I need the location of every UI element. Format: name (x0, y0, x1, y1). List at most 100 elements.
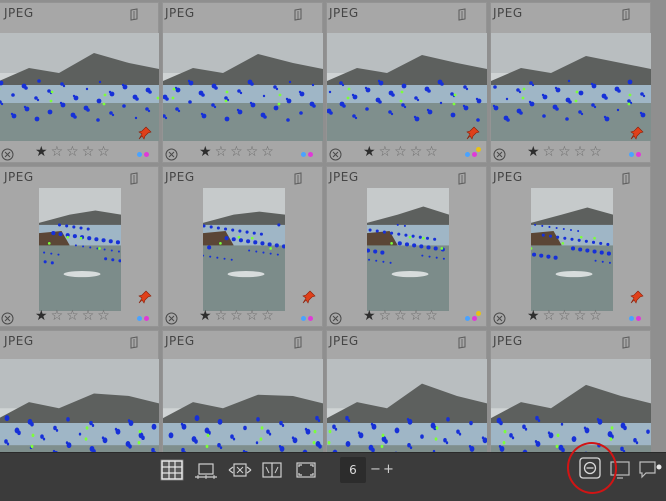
group-icon[interactable] (621, 170, 632, 183)
group-icon[interactable] (457, 334, 468, 347)
zoom-plus-button[interactable]: + (383, 462, 393, 478)
star-icon[interactable]: ☆ (82, 144, 98, 160)
thumbnail[interactable]: JPEG ★☆☆☆☆ (0, 166, 159, 327)
star-icon[interactable]: ☆ (215, 144, 231, 160)
preview-layout-button[interactable] (294, 459, 318, 481)
group-icon[interactable] (129, 170, 140, 183)
thumbnail[interactable]: JPEG (490, 330, 651, 452)
thumbnail[interactable]: JPEG ★☆☆☆☆ (162, 166, 323, 327)
star-icon[interactable]: ☆ (394, 308, 410, 324)
thumbnail[interactable]: JPEG (0, 330, 159, 452)
reject-icon[interactable] (493, 146, 506, 159)
star-icon[interactable]: ☆ (379, 308, 395, 324)
group-icon[interactable] (457, 170, 468, 183)
filmstrip-layout-button[interactable] (194, 459, 218, 481)
star-icon[interactable]: ☆ (425, 308, 441, 324)
thumbnail[interactable]: JPEG ★☆☆☆☆ (490, 2, 651, 163)
star-icon[interactable]: ☆ (215, 308, 231, 324)
star-rating[interactable]: ★☆☆☆☆ (363, 144, 441, 160)
altered-pin-icon[interactable] (630, 289, 644, 303)
reject-icon[interactable] (165, 310, 178, 323)
star-icon[interactable]: ☆ (589, 308, 605, 324)
group-icon[interactable] (129, 6, 140, 19)
star-rating[interactable]: ★☆☆☆☆ (363, 308, 441, 324)
group-icon[interactable] (129, 334, 140, 347)
reject-icon[interactable] (1, 310, 14, 323)
star-icon[interactable]: ★ (35, 308, 51, 324)
overlays-button[interactable] (577, 455, 603, 481)
reject-icon[interactable] (165, 146, 178, 159)
star-rating[interactable]: ★☆☆☆☆ (199, 308, 277, 324)
altered-pin-icon[interactable] (138, 125, 152, 139)
star-rating[interactable]: ★☆☆☆☆ (527, 144, 605, 160)
star-icon[interactable]: ★ (35, 144, 51, 160)
thumbnail[interactable]: JPEG (326, 330, 487, 452)
thumbnail[interactable]: JPEG ★☆☆☆☆ (326, 2, 487, 163)
star-icon[interactable]: ☆ (574, 308, 590, 324)
star-rating[interactable]: ★☆☆☆☆ (35, 308, 113, 324)
file-format-label: JPEG (329, 334, 359, 348)
thumbnail[interactable]: JPEG ★☆☆☆☆ (490, 166, 651, 327)
star-icon[interactable]: ☆ (230, 144, 246, 160)
reject-icon[interactable] (1, 146, 14, 159)
thumbnail[interactable]: JPEG ★☆☆☆☆ (0, 2, 159, 163)
star-icon[interactable]: ★ (527, 144, 543, 160)
group-icon[interactable] (293, 6, 304, 19)
star-icon[interactable]: ★ (363, 144, 379, 160)
star-icon[interactable]: ☆ (379, 144, 395, 160)
star-icon[interactable]: ☆ (261, 308, 277, 324)
altered-pin-icon[interactable] (302, 289, 316, 303)
zoom-minus-button[interactable]: − (370, 462, 380, 478)
group-icon[interactable] (621, 6, 632, 19)
display-button[interactable] (609, 459, 633, 481)
star-icon[interactable]: ★ (527, 308, 543, 324)
star-icon[interactable]: ☆ (82, 308, 98, 324)
star-icon[interactable]: ☆ (246, 144, 262, 160)
star-icon[interactable]: ☆ (97, 144, 113, 160)
star-icon[interactable]: ☆ (558, 308, 574, 324)
star-icon[interactable]: ☆ (261, 144, 277, 160)
group-icon[interactable] (621, 334, 632, 347)
altered-pin-icon[interactable] (630, 125, 644, 139)
star-icon[interactable]: ☆ (425, 144, 441, 160)
zoomable-layout-button[interactable] (228, 459, 252, 481)
star-icon[interactable]: ★ (199, 144, 215, 160)
star-icon[interactable]: ☆ (51, 308, 67, 324)
color-label-dot (472, 316, 477, 321)
star-rating[interactable]: ★☆☆☆☆ (35, 144, 113, 160)
reject-icon[interactable] (329, 310, 342, 323)
reject-icon[interactable] (329, 146, 342, 159)
star-icon[interactable]: ☆ (543, 308, 559, 324)
star-icon[interactable]: ☆ (574, 144, 590, 160)
star-icon[interactable]: ☆ (394, 144, 410, 160)
star-icon[interactable]: ☆ (66, 144, 82, 160)
altered-pin-icon[interactable] (466, 125, 480, 139)
group-icon[interactable] (293, 170, 304, 183)
star-icon[interactable]: ☆ (410, 144, 426, 160)
thumbnail-image (327, 359, 487, 452)
star-icon[interactable]: ☆ (589, 144, 605, 160)
star-icon[interactable]: ☆ (558, 144, 574, 160)
altered-pin-icon[interactable] (138, 289, 152, 303)
comments-button[interactable] (638, 459, 662, 481)
thumbnail[interactable]: JPEG ★☆☆☆☆ (326, 166, 487, 327)
reject-icon[interactable] (493, 310, 506, 323)
star-rating[interactable]: ★☆☆☆☆ (527, 308, 605, 324)
star-icon[interactable]: ★ (199, 308, 215, 324)
filemanager-layout-button[interactable] (160, 459, 184, 481)
star-icon[interactable]: ☆ (97, 308, 113, 324)
star-icon[interactable]: ☆ (246, 308, 262, 324)
star-rating[interactable]: ★☆☆☆☆ (199, 144, 277, 160)
star-icon[interactable]: ★ (363, 308, 379, 324)
star-icon[interactable]: ☆ (51, 144, 67, 160)
group-icon[interactable] (293, 334, 304, 347)
thumbnails-per-row-field[interactable]: 6 (340, 457, 366, 483)
culling-layout-button[interactable] (260, 459, 284, 481)
star-icon[interactable]: ☆ (230, 308, 246, 324)
thumbnail[interactable]: JPEG ★☆☆☆☆ (162, 2, 323, 163)
star-icon[interactable]: ☆ (66, 308, 82, 324)
star-icon[interactable]: ☆ (543, 144, 559, 160)
group-icon[interactable] (457, 6, 468, 19)
star-icon[interactable]: ☆ (410, 308, 426, 324)
thumbnail[interactable]: JPEG (162, 330, 323, 452)
